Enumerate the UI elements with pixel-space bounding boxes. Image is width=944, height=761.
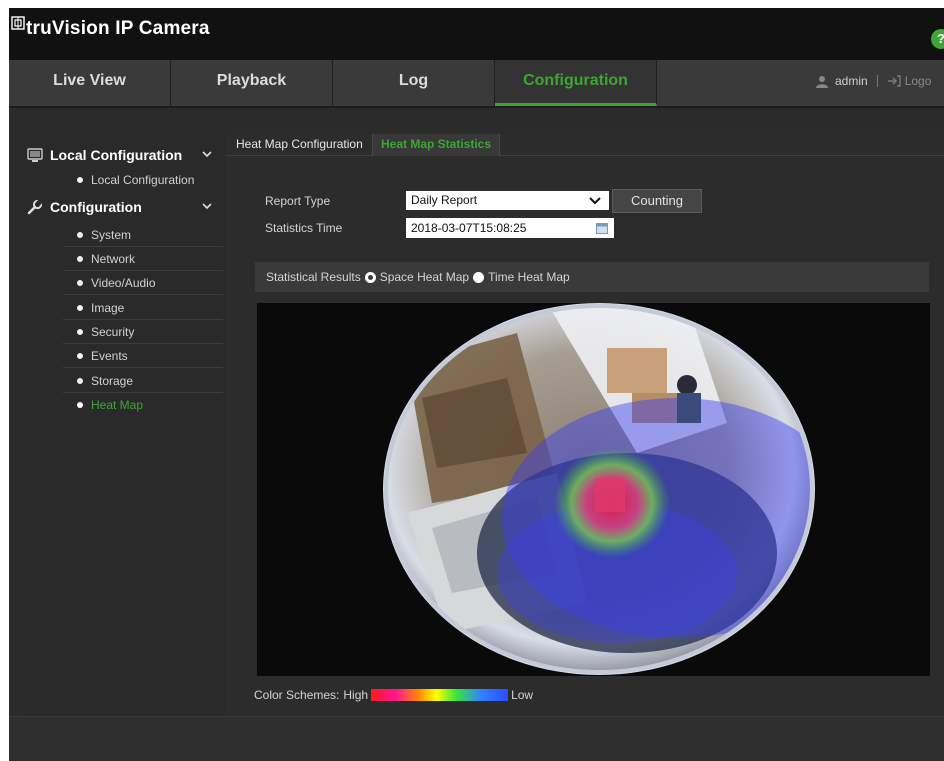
sidebar-item-label: Local Configuration (91, 173, 195, 187)
chevron-down-icon (589, 197, 601, 205)
bullet-icon (77, 377, 83, 384)
color-scheme-low: Low (511, 688, 534, 702)
sidebar-item-events[interactable]: Events (63, 344, 223, 368)
space-heat-map-radio[interactable] (364, 271, 376, 283)
logout-icon[interactable] (887, 75, 901, 87)
sidebar-item-label: Image (91, 300, 125, 315)
footer-bar (9, 716, 944, 761)
statistical-results-bar: Statistical Results Space Heat Map Time … (255, 262, 929, 292)
sidebar-item-storage[interactable]: Storage (63, 369, 223, 393)
tab-playback[interactable]: Playback (171, 60, 333, 106)
chevron-down-icon[interactable] (202, 202, 212, 210)
camera-logo-icon (11, 16, 25, 30)
statistics-time-label: Statistics Time (265, 221, 343, 235)
space-heat-map-label: Space Heat Map (379, 270, 470, 284)
sidebar-section-label: Configuration (50, 199, 142, 215)
counting-button[interactable]: Counting (612, 189, 702, 213)
user-icon (816, 75, 828, 88)
report-type-value: Daily Report (411, 193, 478, 207)
bullet-icon (77, 328, 83, 335)
sidebar-section-configuration[interactable]: Configuration (21, 195, 226, 219)
sidebar-item-video-audio[interactable]: Video/Audio (63, 271, 223, 295)
fisheye-heat-map-image (383, 303, 815, 675)
statistical-results-label: Statistical Results (266, 270, 361, 284)
sidebar-item-label: Storage (91, 373, 134, 388)
bullet-icon (77, 279, 83, 286)
color-scheme-label: Color Schemes: (254, 688, 340, 702)
tab-live-view[interactable]: Live View (9, 60, 171, 106)
report-type-label: Report Type (265, 194, 331, 208)
local-config-icon (27, 147, 43, 162)
username[interactable]: admin (835, 74, 868, 88)
chevron-down-icon[interactable] (202, 150, 212, 158)
bullet-icon (77, 352, 83, 359)
subtab-bar: Heat Map Configuration Heat Map Statisti… (226, 134, 944, 156)
app-frame: truVision IP Camera ? Live View Playback… (9, 8, 944, 761)
color-scheme-legend: Color Schemes: High Low (254, 688, 533, 702)
sidebar-item-label: Video/Audio (91, 275, 156, 290)
app-title: truVision IP Camera (26, 18, 210, 39)
divider (876, 75, 878, 87)
color-scheme-gradient (371, 689, 509, 701)
sidebar-item-label: Security (91, 324, 135, 339)
tab-configuration[interactable]: Configuration (495, 60, 657, 106)
bullet-icon (77, 402, 83, 408)
bullet-icon (77, 231, 83, 238)
main-nav: Live View Playback Log Configuration adm… (9, 60, 944, 108)
sidebar-item-system[interactable]: System (63, 223, 223, 247)
statistics-time-input[interactable]: 2018-03-07T15:08:25 (406, 218, 614, 238)
sidebar-item-network[interactable]: Network (63, 247, 223, 271)
tab-log[interactable]: Log (333, 60, 495, 106)
sidebar-item-label: Events (91, 348, 128, 363)
color-scheme-high: High (343, 688, 369, 702)
sidebar-item-image[interactable]: Image (63, 296, 223, 320)
sidebar-section-local-configuration[interactable]: Local Configuration (21, 143, 226, 167)
tab-heat-map-statistics[interactable]: Heat Map Statistics (372, 134, 501, 156)
help-icon[interactable]: ? (931, 29, 944, 49)
content-panel: Heat Map Configuration Heat Map Statisti… (226, 134, 944, 716)
title-bar: truVision IP Camera ? (9, 8, 944, 60)
sidebar-item-heat-map[interactable]: Heat Map (63, 393, 223, 417)
bullet-icon (77, 177, 83, 183)
sidebar: Local Configuration Local Configuration … (21, 134, 226, 716)
sidebar-item-label: Network (91, 251, 136, 266)
heat-map-image (257, 303, 930, 676)
time-heat-map-radio[interactable] (473, 271, 485, 283)
wrench-icon (27, 199, 43, 214)
bullet-icon (77, 255, 83, 262)
sidebar-item-label: Heat Map (91, 398, 144, 412)
sidebar-section-label: Local Configuration (50, 147, 183, 163)
time-heat-map-label: Time Heat Map (488, 270, 570, 284)
sidebar-item-label: System (91, 227, 132, 242)
user-area: admin Logo (815, 74, 931, 88)
sidebar-item-security[interactable]: Security (63, 320, 223, 344)
statistics-time-value: 2018-03-07T15:08:25 (411, 221, 527, 235)
report-type-select[interactable]: Daily Report (406, 191, 609, 210)
calendar-icon[interactable] (596, 222, 608, 234)
bullet-icon (77, 304, 83, 311)
logout-link[interactable]: Logo (905, 74, 932, 88)
brand: truVision IP Camera (11, 16, 210, 40)
tab-heat-map-configuration[interactable]: Heat Map Configuration (228, 134, 371, 156)
sidebar-item-local-configuration[interactable]: Local Configuration (63, 168, 223, 192)
